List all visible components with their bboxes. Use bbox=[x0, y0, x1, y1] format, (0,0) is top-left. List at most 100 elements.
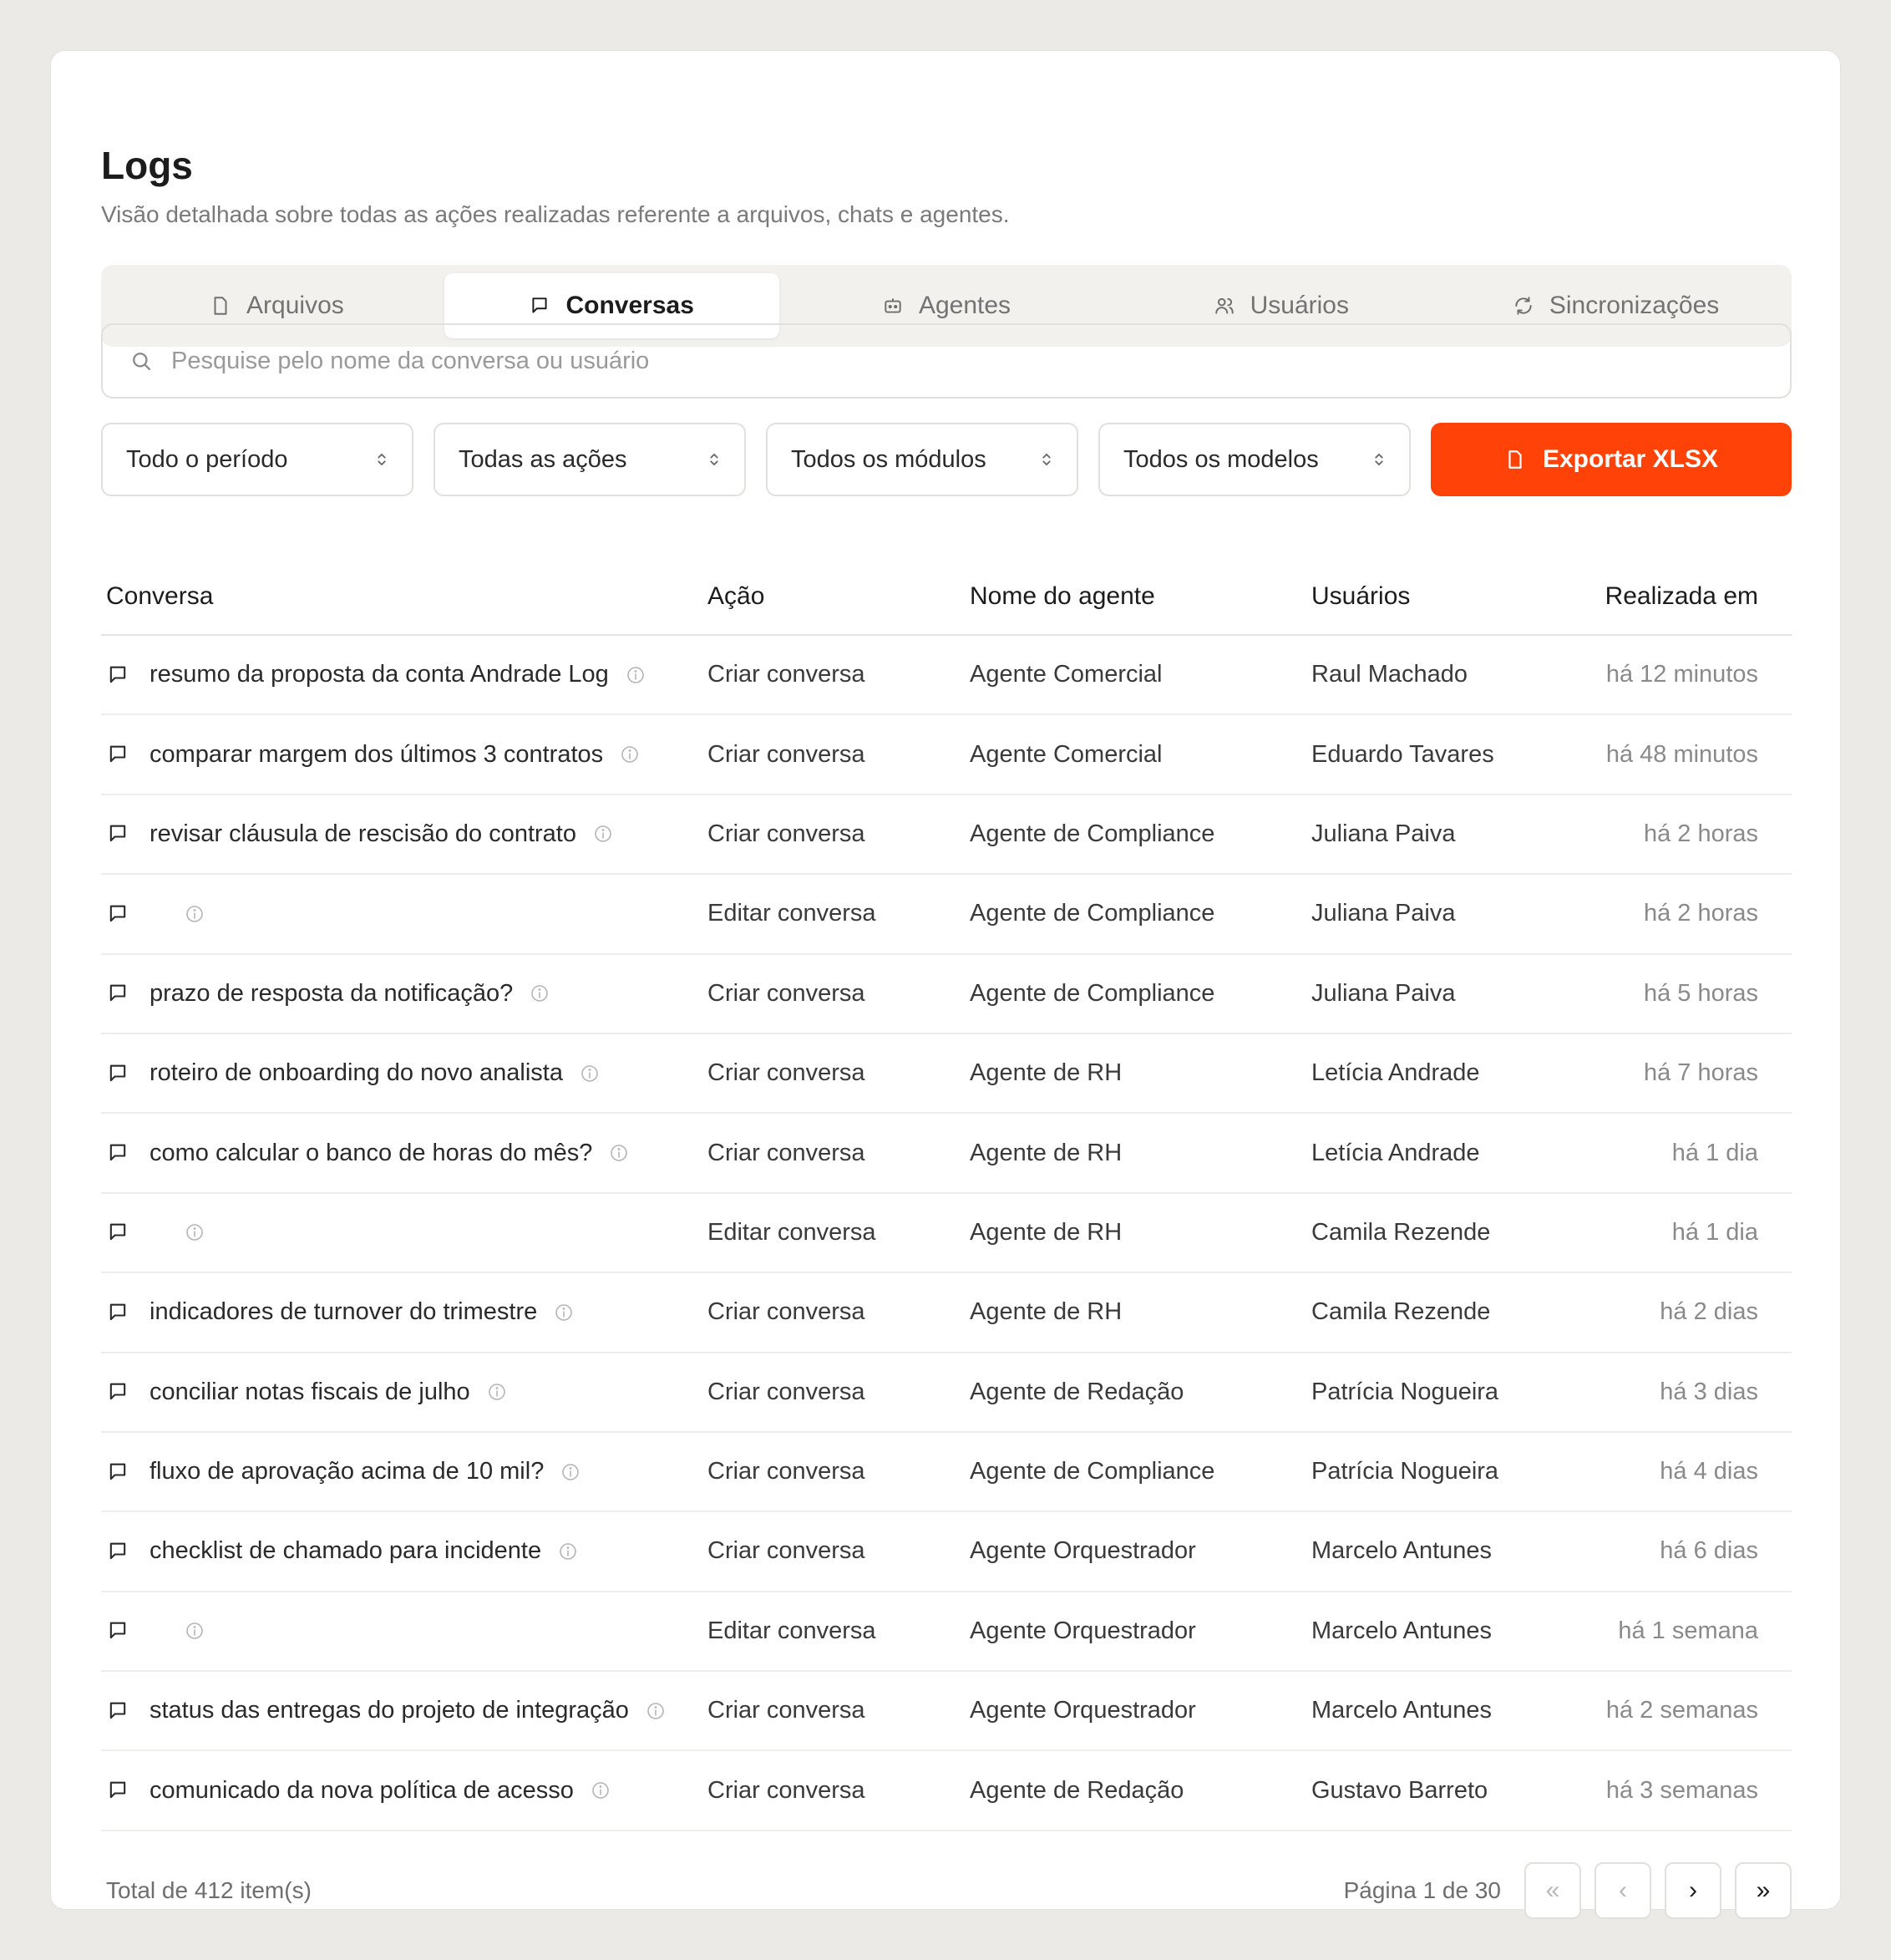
info-icon[interactable] bbox=[558, 1541, 578, 1561]
table-row[interactable]: status das entregas do projeto de integr… bbox=[101, 1672, 1792, 1752]
table-row[interactable]: como calcular o banco de horas do mês? Cr… bbox=[101, 1114, 1792, 1194]
agente-cell: Agente de Compliance bbox=[970, 979, 1215, 1007]
agente-cell: Agente Orquestrador bbox=[970, 1537, 1196, 1565]
sync-icon bbox=[1515, 297, 1532, 315]
agente-cell: Agente de RH bbox=[970, 1139, 1123, 1166]
column-header-acao: Ação bbox=[707, 582, 765, 610]
conversa-cell: prazo de resposta da notificação? bbox=[101, 980, 707, 1008]
agente-cell: Agente de Compliance bbox=[970, 820, 1215, 847]
conversa-cell: revisar cláusula de rescisão do contrato bbox=[101, 820, 707, 848]
realizada-em-cell: há 4 dias bbox=[1660, 1458, 1758, 1485]
table-row[interactable]: fluxo de aprovação acima de 10 mil? Criar… bbox=[101, 1433, 1792, 1513]
realizada-em-cell: há 3 semanas bbox=[1605, 1776, 1758, 1804]
agente-cell: Agente Comercial bbox=[970, 740, 1163, 768]
conversa-cell: fluxo de aprovação acima de 10 mil? bbox=[101, 1458, 707, 1485]
table-body: resumo da proposta da conta Andrade Log C… bbox=[101, 636, 1792, 1831]
acao-cell: Criar conversa bbox=[707, 1298, 865, 1326]
chat-icon bbox=[109, 984, 126, 1002]
usuario-cell: Eduardo Tavares bbox=[1311, 740, 1494, 768]
file-icon bbox=[214, 297, 227, 315]
info-icon[interactable] bbox=[620, 744, 640, 764]
acao-cell: Criar conversa bbox=[707, 1537, 865, 1565]
table-row[interactable]: Editar conversa Agente Orquestrador Marcel… bbox=[101, 1592, 1792, 1673]
last-page-button[interactable]: » bbox=[1735, 1862, 1792, 1919]
info-icon[interactable] bbox=[185, 904, 205, 924]
acao-cell: Criar conversa bbox=[707, 1697, 865, 1724]
table-row[interactable]: Editar conversa Agente de RH Camila Rezend… bbox=[101, 1194, 1792, 1274]
models-select[interactable]: Todos os modelos bbox=[1098, 423, 1411, 496]
period-select[interactable]: Todo o período bbox=[101, 423, 413, 496]
info-icon[interactable] bbox=[593, 824, 613, 844]
acao-cell: Criar conversa bbox=[707, 1776, 865, 1804]
acao-cell: Criar conversa bbox=[707, 1458, 865, 1485]
chevron-updown-icon bbox=[378, 453, 386, 466]
realizada-em-cell: há 48 minutos bbox=[1605, 740, 1758, 768]
tab-label: Conversas bbox=[565, 292, 694, 319]
usuario-cell: Juliana Paiva bbox=[1311, 900, 1456, 927]
tab-label: Agentes bbox=[918, 292, 1011, 319]
tab-label: Sincronizações bbox=[1549, 292, 1720, 319]
column-header-realizada-em: Realizada em bbox=[1605, 582, 1758, 610]
table-row[interactable]: indicadores de turnover do trimestre Cria… bbox=[101, 1273, 1792, 1353]
table-row[interactable]: conciliar notas fiscais de julho Criar co… bbox=[101, 1353, 1792, 1433]
conversa-cell: resumo da proposta da conta Andrade Log bbox=[101, 661, 707, 688]
info-icon[interactable] bbox=[185, 1222, 205, 1242]
conversa-cell: checklist de chamado para incidente bbox=[101, 1537, 707, 1565]
first-page-button[interactable]: « bbox=[1524, 1862, 1581, 1919]
info-icon[interactable] bbox=[626, 665, 646, 685]
chat-icon bbox=[109, 825, 126, 842]
actions-select[interactable]: Todas as ações bbox=[433, 423, 746, 496]
table-row[interactable]: roteiro de onboarding do novo analista Cr… bbox=[101, 1034, 1792, 1115]
table-row[interactable]: prazo de resposta da notificação? Criar c… bbox=[101, 955, 1792, 1034]
conversa-title: checklist de chamado para incidente bbox=[150, 1537, 542, 1565]
conversa-title: prazo de resposta da notificação? bbox=[150, 979, 514, 1007]
info-icon[interactable] bbox=[554, 1302, 574, 1323]
info-icon[interactable] bbox=[530, 983, 550, 1003]
acao-cell: Editar conversa bbox=[707, 1617, 876, 1644]
agente-cell: Agente Comercial bbox=[970, 661, 1163, 688]
agente-cell: Agente de Redação bbox=[970, 1776, 1184, 1804]
table-row[interactable]: checklist de chamado para incidente Criar… bbox=[101, 1512, 1792, 1592]
next-page-button[interactable]: › bbox=[1665, 1862, 1721, 1919]
usuario-cell: Letícia Andrade bbox=[1311, 1059, 1480, 1087]
info-icon[interactable] bbox=[580, 1064, 600, 1084]
info-icon[interactable] bbox=[609, 1143, 629, 1163]
table-row[interactable]: comparar margem dos últimos 3 contratos C… bbox=[101, 715, 1792, 795]
agente-cell: Agente Orquestrador bbox=[970, 1697, 1196, 1724]
info-icon[interactable] bbox=[560, 1462, 580, 1482]
chat-icon bbox=[109, 1622, 126, 1639]
info-icon[interactable] bbox=[591, 1780, 611, 1800]
modules-select-value: Todos os módulos bbox=[791, 445, 986, 473]
usuario-cell: Patrícia Nogueira bbox=[1311, 1458, 1499, 1485]
modules-select[interactable]: Todos os módulos bbox=[766, 423, 1078, 496]
chat-icon bbox=[109, 1064, 126, 1081]
chat-icon bbox=[109, 1144, 126, 1161]
conversa-title: status das entregas do projeto de integr… bbox=[150, 1697, 629, 1724]
usuario-cell: Juliana Paiva bbox=[1311, 820, 1456, 847]
info-icon[interactable] bbox=[185, 1621, 205, 1641]
realizada-em-cell: há 6 dias bbox=[1660, 1537, 1758, 1565]
logs-table: Conversa Ação Nome do agente Usuários Re… bbox=[101, 559, 1792, 1831]
conversa-title: conciliar notas fiscais de julho bbox=[150, 1378, 470, 1405]
usuario-cell: Camila Rezende bbox=[1311, 1298, 1491, 1326]
realizada-em-cell: há 2 semanas bbox=[1605, 1697, 1758, 1724]
info-icon[interactable] bbox=[487, 1382, 507, 1402]
export-xlsx-button[interactable]: Exportar XLSX bbox=[1431, 423, 1792, 496]
agente-cell: Agente de RH bbox=[970, 1218, 1123, 1246]
agente-cell: Agente de Redação bbox=[970, 1378, 1184, 1405]
conversa-cell: comunicado da nova política de acesso bbox=[101, 1777, 707, 1805]
chevron-updown-icon bbox=[710, 453, 718, 466]
prev-page-button[interactable]: ‹ bbox=[1594, 1862, 1651, 1919]
table-row[interactable]: Editar conversa Agente de Compliance Julia… bbox=[101, 875, 1792, 955]
table-row[interactable]: resumo da proposta da conta Andrade Log C… bbox=[101, 636, 1792, 716]
conversa-title: revisar cláusula de rescisão do contrato bbox=[150, 820, 576, 847]
search-icon bbox=[133, 353, 151, 371]
table-row[interactable]: revisar cláusula de rescisão do contrato… bbox=[101, 795, 1792, 876]
info-icon[interactable] bbox=[646, 1701, 666, 1721]
table-row[interactable]: comunicado da nova política de acesso Cri… bbox=[101, 1751, 1792, 1831]
search-input[interactable] bbox=[171, 347, 1763, 375]
agente-cell: Agente de Compliance bbox=[970, 900, 1215, 927]
conversa-title: como calcular o banco de horas do mês? bbox=[150, 1139, 593, 1166]
usuario-cell: Raul Machado bbox=[1311, 661, 1468, 688]
actions-select-value: Todas as ações bbox=[459, 445, 627, 473]
